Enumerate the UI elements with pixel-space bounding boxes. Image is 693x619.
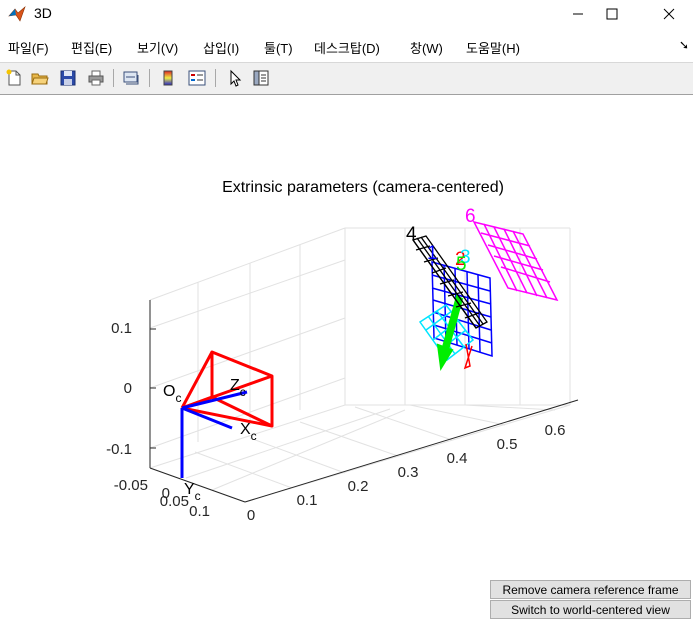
menu-edit[interactable]: 편집(E): [71, 38, 112, 57]
x-tick-label: 0.6: [545, 422, 566, 439]
axes-3d[interactable]: Extrinsic parameters (camera-centered) 0…: [0, 94, 693, 584]
camera-axes: [180, 390, 248, 478]
camera-x-label: Xc: [240, 421, 257, 443]
pattern-label-6: 6: [465, 206, 476, 227]
minimize-icon: [573, 13, 583, 15]
x-tick-label: 0.2: [348, 478, 369, 495]
window-title: 3D: [34, 5, 52, 21]
remove-camera-frame-button[interactable]: Remove camera reference frame: [490, 580, 691, 599]
link-plot-button[interactable]: [120, 67, 142, 89]
x-tick-label: 0.5: [497, 436, 518, 453]
print-button[interactable]: [85, 67, 107, 89]
y-tick-label: -0.05: [114, 477, 148, 494]
x-tick-label: 0.4: [447, 450, 468, 467]
menu-tools[interactable]: 툴(T): [264, 38, 293, 57]
property-inspector-button[interactable]: [250, 67, 272, 89]
switch-world-view-button[interactable]: Switch to world-centered view: [490, 600, 691, 619]
menu-view[interactable]: 보기(V): [137, 38, 178, 57]
menu-help[interactable]: 도움말(H): [466, 38, 520, 57]
calibration-pattern-6: [472, 220, 559, 302]
menu-window[interactable]: 창(W): [410, 38, 443, 57]
z-tick-label: 0: [124, 380, 132, 397]
y-tick-label: 0.1: [189, 503, 210, 520]
calibration-pattern-4: [411, 235, 488, 329]
close-icon: [663, 8, 675, 20]
pattern-label-1: 1: [427, 243, 438, 264]
x-tick-label: 0: [247, 507, 255, 524]
menu-desktop[interactable]: 데스크탑(D): [314, 38, 380, 57]
insert-legend-button[interactable]: [186, 67, 208, 89]
pattern-label-5: 5: [456, 254, 467, 275]
z-tick-label: 0.1: [111, 320, 132, 337]
menu-file[interactable]: 파일(F): [8, 38, 49, 57]
toolbar-separator: [149, 69, 150, 87]
new-figure-button[interactable]: [3, 67, 25, 89]
arrow-pointer-icon: [230, 69, 242, 87]
camera-origin-label: Oc: [163, 383, 181, 405]
toolbar-separator: [215, 69, 216, 87]
insert-colorbar-icon: [163, 70, 173, 86]
x-tick-label: 0.1: [297, 492, 318, 509]
maximize-button[interactable]: [589, 0, 635, 28]
save-button[interactable]: [57, 67, 79, 89]
matlab-logo-icon: [8, 6, 26, 22]
print-icon: [88, 70, 104, 86]
dock-arrow-icon[interactable]: ➘: [679, 38, 689, 52]
toolbar-separator: [113, 69, 114, 87]
plot-title: Extrinsic parameters (camera-centered): [222, 179, 504, 196]
x-tick-label: 0.3: [398, 464, 419, 481]
close-button[interactable]: [646, 0, 692, 28]
insert-colorbar-button[interactable]: [157, 67, 179, 89]
property-inspector-icon: [253, 70, 269, 86]
open-file-button[interactable]: [29, 67, 51, 89]
menu-insert[interactable]: 삽입(I): [203, 38, 239, 57]
open-file-icon: [31, 73, 49, 85]
title-bar: 3D: [0, 0, 693, 28]
save-icon: [60, 70, 76, 86]
toolbar: [0, 62, 693, 95]
z-tick-label: -0.1: [106, 441, 132, 458]
maximize-icon: [606, 8, 618, 20]
link-plot-icon: [123, 71, 139, 85]
new-figure-icon: [6, 69, 21, 86]
edit-plot-button[interactable]: [224, 67, 246, 89]
insert-legend-icon: [188, 70, 206, 86]
pattern-label-4: 4: [406, 224, 417, 245]
menu-bar: 파일(F) 편집(E) 보기(V) 삽입(I) 툴(T) 데스크탑(D) 창(W…: [0, 35, 693, 59]
